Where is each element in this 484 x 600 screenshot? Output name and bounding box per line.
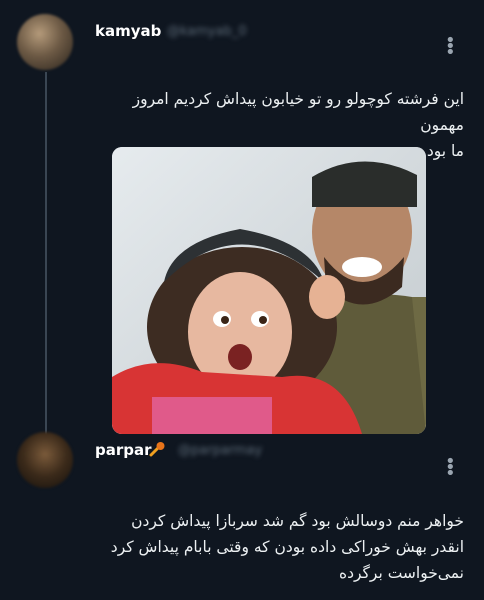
avatar[interactable] (17, 14, 73, 70)
avatar[interactable] (17, 432, 73, 488)
more-vertical-icon[interactable]: • • • (445, 32, 456, 62)
username[interactable]: kamyab (95, 22, 161, 40)
post-text: خواهر منم دوسالش بود گم شد سربازا پیداش … (110, 512, 464, 582)
more-vertical-icon[interactable]: • • • (445, 453, 456, 483)
post-image[interactable] (112, 147, 426, 434)
thread-line (45, 72, 47, 440)
comet-icon (149, 442, 165, 457)
user-handle: @kamyab_0 (167, 24, 247, 39)
username[interactable]: parpar (95, 441, 152, 459)
photo-illustration (112, 147, 426, 434)
user-handle: @parparmay (178, 443, 263, 458)
